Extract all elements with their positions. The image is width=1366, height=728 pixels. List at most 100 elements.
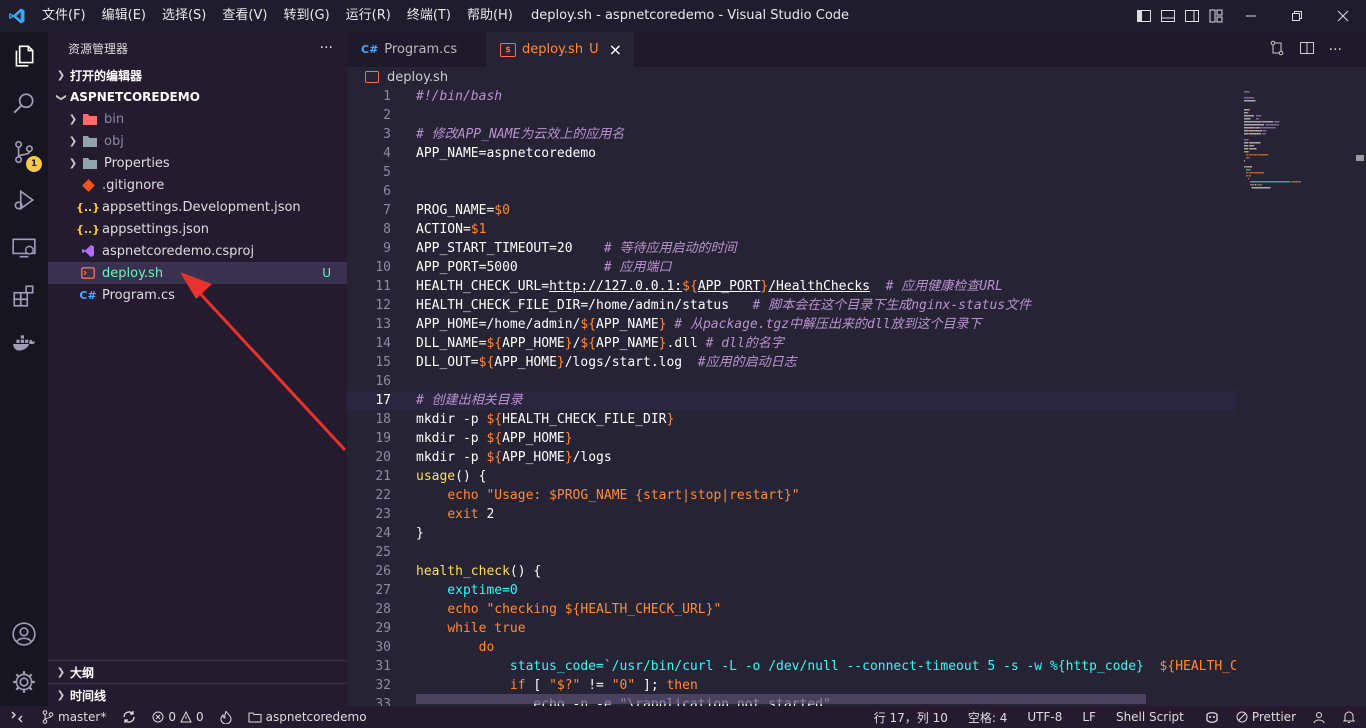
end-of-line[interactable]: LF	[1074, 710, 1108, 724]
tree-item-deploy-sh[interactable]: deploy.sh U	[48, 262, 347, 284]
code-line[interactable]: 9 APP_START_TIMEOUT=20 # 等待应用启动的时间	[347, 239, 1236, 258]
menu-item-3[interactable]: 查看(V)	[214, 0, 275, 32]
code-line[interactable]: 20 mkdir -p ${APP_HOME}/logs	[347, 448, 1236, 467]
git-branch[interactable]: master*	[34, 710, 114, 724]
close-window-icon[interactable]	[1320, 0, 1366, 32]
tree-item-aspnetcoredemo-csproj[interactable]: aspnetcoredemo.csproj	[48, 240, 347, 262]
code-line[interactable]: 25	[347, 543, 1236, 562]
tab-deploy-sh[interactable]: $ deploy.sh U ×	[486, 32, 635, 67]
menu-item-1[interactable]: 编辑(E)	[94, 0, 154, 32]
code-line[interactable]: 15 DLL_OUT=${APP_HOME}/logs/start.log #应用…	[347, 353, 1236, 372]
code-line[interactable]: 14 DLL_NAME=${APP_HOME}/${APP_NAME}.dll #…	[347, 334, 1236, 353]
copilot-icon[interactable]	[1196, 710, 1228, 724]
code-line[interactable]: 8 ACTION=$1	[347, 220, 1236, 239]
explorer-icon[interactable]	[0, 32, 48, 80]
menu-item-4[interactable]: 转到(G)	[275, 0, 337, 32]
code-line[interactable]: 27 exptime=0	[347, 581, 1236, 600]
code-token: if	[509, 678, 526, 693]
code-line[interactable]: 12 HEALTH_CHECK_FILE_DIR=/home/admin/stat…	[347, 296, 1236, 315]
restore-icon[interactable]	[1274, 0, 1320, 32]
code-line[interactable]: 7 PROG_NAME=$0	[347, 201, 1236, 220]
code-line[interactable]: 23 exit 2	[347, 505, 1236, 524]
extensions-icon[interactable]	[0, 272, 48, 320]
menu-item-6[interactable]: 终端(T)	[399, 0, 459, 32]
notifications-bell-icon[interactable]	[1334, 710, 1366, 724]
code-line[interactable]: 30 do	[347, 638, 1236, 657]
minimap[interactable]	[1236, 87, 1352, 706]
toggle-sidebar-icon[interactable]	[1132, 0, 1156, 32]
code-line[interactable]: 29 while true	[347, 619, 1236, 638]
code-line[interactable]: 26 health_check() {	[347, 562, 1236, 581]
toggle-panel-icon[interactable]	[1156, 0, 1180, 32]
customize-layout-icon[interactable]	[1204, 0, 1228, 32]
code-line[interactable]: 21 usage() {	[347, 467, 1236, 486]
code-line[interactable]: 3 # 修改APP_NAME为云效上的应用名	[347, 125, 1236, 144]
open-editors-section[interactable]: ❯ 打开的编辑器	[48, 64, 347, 86]
tab-program-cs[interactable]: C# Program.cs	[347, 32, 486, 67]
flame-icon[interactable]	[212, 710, 240, 724]
code-line[interactable]: 4 APP_NAME=aspnetcoredemo	[347, 144, 1236, 163]
code-line[interactable]: 2	[347, 106, 1236, 125]
minimize-icon[interactable]	[1228, 0, 1274, 32]
code-line[interactable]: 11 HEALTH_CHECK_URL=http://127.0.0.1:${AP…	[347, 277, 1236, 296]
project-section[interactable]: ❯ ASPNETCOREDEMO	[48, 86, 347, 108]
minimap-token	[1244, 100, 1256, 102]
tree-item-bin[interactable]: ❯ bin	[48, 108, 347, 130]
docker-icon[interactable]	[0, 320, 48, 368]
indentation[interactable]: 空格: 4	[960, 709, 1020, 726]
sync-icon[interactable]	[114, 710, 144, 724]
breadcrumb[interactable]: deploy.sh	[347, 67, 1366, 87]
code-line[interactable]: 22 echo "Usage: $PROG_NAME {start|stop|r…	[347, 486, 1236, 505]
accounts-icon[interactable]	[1304, 710, 1334, 724]
settings-gear-icon[interactable]	[0, 658, 48, 706]
code-line[interactable]: 31 status_code=`/usr/bin/curl -L -o /dev…	[347, 657, 1236, 676]
open-changes-icon[interactable]	[1269, 40, 1285, 60]
code-line[interactable]: 5	[347, 163, 1236, 182]
split-editor-icon[interactable]	[1299, 40, 1315, 60]
search-icon[interactable]	[0, 80, 48, 128]
tree-item-appsettings-development-json[interactable]: {..} appsettings.Development.json	[48, 196, 347, 218]
tree-item-obj[interactable]: ❯ obj	[48, 130, 347, 152]
menu-item-2[interactable]: 选择(S)	[154, 0, 214, 32]
code-editor[interactable]: 1 #!/bin/bash 2 3 # 修改APP_NAME为云效上的应用名 4 APP_N…	[347, 87, 1236, 706]
code-line[interactable]: 13 APP_HOME=/home/admin/${APP_NAME} # 从pa…	[347, 315, 1236, 334]
tree-item-gitignore[interactable]: .gitignore	[48, 174, 347, 196]
tree-item-appsettings-json[interactable]: {..} appsettings.json	[48, 218, 347, 240]
problems-indicator[interactable]: 0 0	[144, 710, 211, 724]
toggle-secondary-sidebar-icon[interactable]	[1180, 0, 1204, 32]
close-tab-icon[interactable]: ×	[609, 40, 622, 59]
code-line[interactable]: 1 #!/bin/bash	[347, 87, 1236, 106]
cursor-position[interactable]: 行 17，列 10	[866, 709, 960, 726]
account-icon[interactable]	[0, 610, 48, 658]
project-indicator[interactable]: aspnetcoredemo	[240, 710, 375, 724]
breadcrumb-file[interactable]: deploy.sh	[387, 70, 448, 85]
menu-item-0[interactable]: 文件(F)	[34, 0, 94, 32]
code-line[interactable]: 16	[347, 372, 1236, 391]
run-debug-icon[interactable]	[0, 176, 48, 224]
remote-indicator-icon[interactable]	[0, 710, 34, 724]
code-line[interactable]: 18 mkdir -p ${HEALTH_CHECK_FILE_DIR}	[347, 410, 1236, 429]
remote-explorer-icon[interactable]	[0, 224, 48, 272]
explorer-more-actions-icon[interactable]: ···	[320, 40, 333, 56]
vertical-scrollbar[interactable]	[1352, 87, 1366, 706]
tree-item-program-cs[interactable]: C# Program.cs	[48, 284, 347, 306]
horizontal-scrollbar[interactable]	[416, 694, 1146, 704]
vscode-logo-icon[interactable]	[0, 0, 34, 32]
menu-item-5[interactable]: 运行(R)	[338, 0, 399, 32]
code-line[interactable]: 24}	[347, 524, 1236, 543]
timeline-section[interactable]: ❯ 时间线	[48, 683, 347, 706]
code-line[interactable]: 10 APP_PORT=5000 # 应用端口	[347, 258, 1236, 277]
code-line[interactable]: 32 if [ "$?" != "0" ]; then	[347, 676, 1236, 695]
code-line[interactable]: 19 mkdir -p ${APP_HOME}	[347, 429, 1236, 448]
code-line[interactable]: 28 echo "checking ${HEALTH_CHECK_URL}"	[347, 600, 1236, 619]
more-actions-icon[interactable]: ···	[1329, 42, 1342, 58]
code-line[interactable]: 17 # 创建出相关目录	[347, 391, 1236, 410]
language-mode[interactable]: Shell Script	[1108, 710, 1196, 724]
encoding[interactable]: UTF-8	[1019, 710, 1074, 724]
outline-section[interactable]: ❯ 大纲	[48, 660, 347, 683]
prettier-status[interactable]: Prettier	[1228, 710, 1304, 724]
code-token: # 从package.tgz中解压出来的dll放到这个目录下	[666, 317, 982, 332]
code-line[interactable]: 6	[347, 182, 1236, 201]
source-control-icon[interactable]: 1	[0, 128, 48, 176]
tree-item-properties[interactable]: ❯ Properties	[48, 152, 347, 174]
